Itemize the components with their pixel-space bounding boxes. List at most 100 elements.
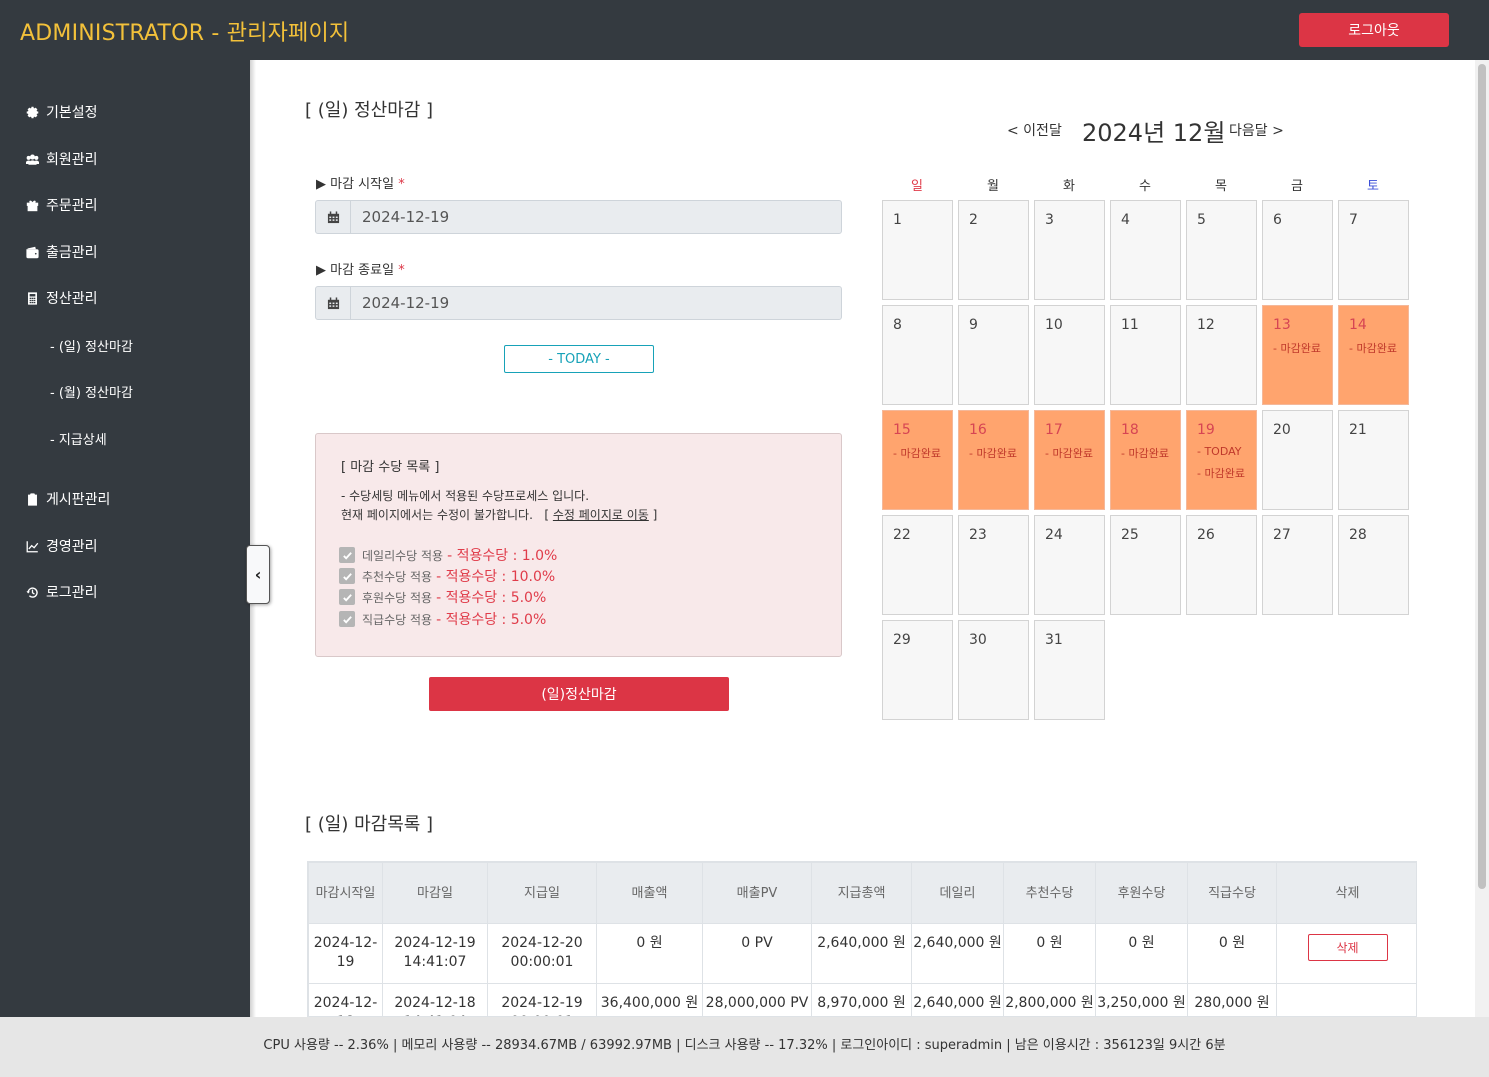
calendar-day-note: - 마감완료 [1349, 342, 1397, 355]
allowance-label: 후원수당 적용 [362, 590, 433, 605]
closing-list-table: 마감시작일 마감일 지급일 매출액 매출PV 지급총액 데일리 추천수당 후원수당 직급수당 삭제 … [308, 862, 1416, 1016]
allowance-item[interactable]: 추천수당 적용 - 적용수당 : 10.0% [339, 566, 555, 586]
weekday-label: 토 [1367, 179, 1379, 194]
calendar-day[interactable]: 25 [1110, 515, 1181, 615]
end-date-field[interactable]: 2024-12-19 [315, 286, 842, 320]
scrollbar-thumb[interactable] [1478, 64, 1486, 889]
table-cell: 8,970,000 원 [811, 983, 912, 1016]
start-date-field[interactable]: 2024-12-19 [315, 200, 842, 234]
sidebar-item-management[interactable]: 경영관리 [25, 534, 98, 558]
calendar-day-note: - 마감완료 [1273, 342, 1321, 355]
calendar-day[interactable]: 27 [1262, 515, 1333, 615]
sidebar-item-logs[interactable]: 로그관리 [25, 580, 98, 604]
allowance-rate: - 적용수당 : 5.0% [436, 590, 547, 606]
sidebar-item-label: 출금관리 [46, 245, 98, 261]
calendar-day[interactable]: 21 [1338, 410, 1409, 510]
calendar-day[interactable]: 29 [882, 620, 953, 720]
calendar-day-number: 15 [893, 422, 911, 438]
calendar-day[interactable]: 26 [1186, 515, 1257, 615]
calendar-day[interactable]: 10 [1034, 305, 1105, 405]
table-column-header: 매출PV [702, 862, 812, 924]
sidebar-subitem-daily-close[interactable]: - (일) 정산마감 [50, 333, 133, 357]
sidebar-item-members[interactable]: 회원관리 [25, 147, 98, 171]
calendar-day-number: 20 [1273, 422, 1291, 438]
daily-close-submit-button[interactable]: (일)정산마감 [429, 677, 729, 711]
allowance-item[interactable]: 후원수당 적용 - 적용수당 : 5.0% [339, 587, 546, 607]
weekday-label: 월 [987, 179, 999, 194]
calendar-day-number: 19 [1197, 422, 1215, 438]
calendar-day-number: 13 [1273, 317, 1291, 333]
table-column-header: 마감시작일 [308, 862, 383, 924]
checkbox-checked[interactable] [339, 547, 355, 563]
weekday-label: 화 [1063, 179, 1075, 194]
table-cell: 2,800,000 원 [1003, 983, 1096, 1016]
calendar-day[interactable]: 3 [1034, 200, 1105, 300]
table-cell: 0 원 [1095, 923, 1188, 984]
checkbox-checked[interactable] [339, 611, 355, 627]
calendar-day[interactable]: 19 - TODAY - 마감완료 [1186, 410, 1257, 510]
calendar-day-number: 27 [1273, 527, 1291, 543]
allowance-list-title: [ 마감 수당 목록 ] [341, 460, 440, 475]
sidebar-subitem-payment-detail[interactable]: - 지급상세 [50, 426, 107, 450]
table-column-header: 데일리 [911, 862, 1004, 924]
calendar-day[interactable]: 15 - 마감완료 [882, 410, 953, 510]
calendar-day[interactable]: 24 [1034, 515, 1105, 615]
sidebar-item-label: 정산관리 [46, 291, 98, 307]
calendar-day[interactable]: 12 [1186, 305, 1257, 405]
calendar-day[interactable]: 9 [958, 305, 1029, 405]
weekday-label: 일 [911, 179, 923, 194]
logout-button[interactable]: 로그아웃 [1299, 13, 1449, 47]
calendar-day[interactable]: 7 [1338, 200, 1409, 300]
next-month-link[interactable]: 다음달 > [1229, 120, 1284, 140]
today-button[interactable]: - TODAY - [504, 345, 654, 373]
calendar-day[interactable]: 13 - 마감완료 [1262, 305, 1333, 405]
calendar-day[interactable]: 30 [958, 620, 1029, 720]
allowance-rate: - 적용수당 : 10.0% [436, 569, 556, 585]
calendar-icon [316, 201, 351, 233]
sidebar-item-settings[interactable]: 기본설정 [25, 100, 98, 124]
brand-title: ADMINISTRATOR - 관리자페이지 [20, 21, 350, 46]
calendar-day-number: 25 [1121, 527, 1139, 543]
calendar-day[interactable]: 16 - 마감완료 [958, 410, 1029, 510]
calendar-day[interactable]: 8 [882, 305, 953, 405]
sidebar-subitem-monthly-close[interactable]: - (월) 정산마감 [50, 379, 133, 403]
calendar-day[interactable]: 6 [1262, 200, 1333, 300]
calendar-day[interactable]: 18 - 마감완료 [1110, 410, 1181, 510]
weekday-label: 금 [1291, 179, 1303, 194]
edit-page-link[interactable]: 수정 페이지로 이동 [553, 508, 649, 522]
allowance-item[interactable]: 데일리수당 적용 - 적용수당 : 1.0% [339, 545, 557, 565]
allowance-item[interactable]: 직급수당 적용 - 적용수당 : 5.0% [339, 609, 546, 629]
calendar-day[interactable]: 28 [1338, 515, 1409, 615]
calendar-day[interactable]: 17 - 마감완료 [1034, 410, 1105, 510]
delete-button[interactable]: 삭제 [1307, 934, 1388, 961]
checkbox-checked[interactable] [339, 589, 355, 605]
weekday-label: 수 [1139, 179, 1151, 194]
calendar-day[interactable]: 1 [882, 200, 953, 300]
top-navbar: ADMINISTRATOR - 관리자페이지 로그아웃 [0, 0, 1489, 60]
table-body: 2024-12-19 2024-12-19 14:41:07 2024-12-20 … [308, 923, 1416, 1016]
calendar-day[interactable]: 20 [1262, 410, 1333, 510]
table-cell: 28,000,000 PV [702, 983, 812, 1016]
calendar-day[interactable]: 2 [958, 200, 1029, 300]
table-cell: 0 원 [1003, 923, 1096, 984]
table-column-header: 삭제 [1276, 862, 1416, 924]
sidebar-item-orders[interactable]: 주문관리 [25, 193, 98, 217]
calendar-day[interactable]: 23 [958, 515, 1029, 615]
sidebar-item-withdrawals[interactable]: 출금관리 [25, 240, 98, 264]
calendar-day[interactable]: 5 [1186, 200, 1257, 300]
vertical-scrollbar[interactable] [1475, 60, 1489, 1017]
sidebar-item-board[interactable]: 게시판관리 [25, 487, 110, 511]
sidebar-item-settlement[interactable]: 정산관리 [25, 286, 98, 310]
calendar-day[interactable]: 4 [1110, 200, 1181, 300]
sidebar-collapse-button[interactable]: ‹ [246, 545, 270, 604]
table-cell: 280,000 원 [1187, 983, 1277, 1016]
calendar-day[interactable]: 11 [1110, 305, 1181, 405]
table-cell: 2024-12-18 [308, 983, 383, 1016]
calendar-day[interactable]: 14 - 마감완료 [1338, 305, 1409, 405]
calendar-day[interactable]: 31 [1034, 620, 1105, 720]
gift-icon [25, 198, 39, 212]
calendar-day[interactable]: 22 [882, 515, 953, 615]
checkbox-checked[interactable] [339, 568, 355, 584]
calendar-day-note: - 마감완료 [1045, 447, 1093, 460]
prev-month-link[interactable]: < 이전달 [1007, 120, 1062, 140]
